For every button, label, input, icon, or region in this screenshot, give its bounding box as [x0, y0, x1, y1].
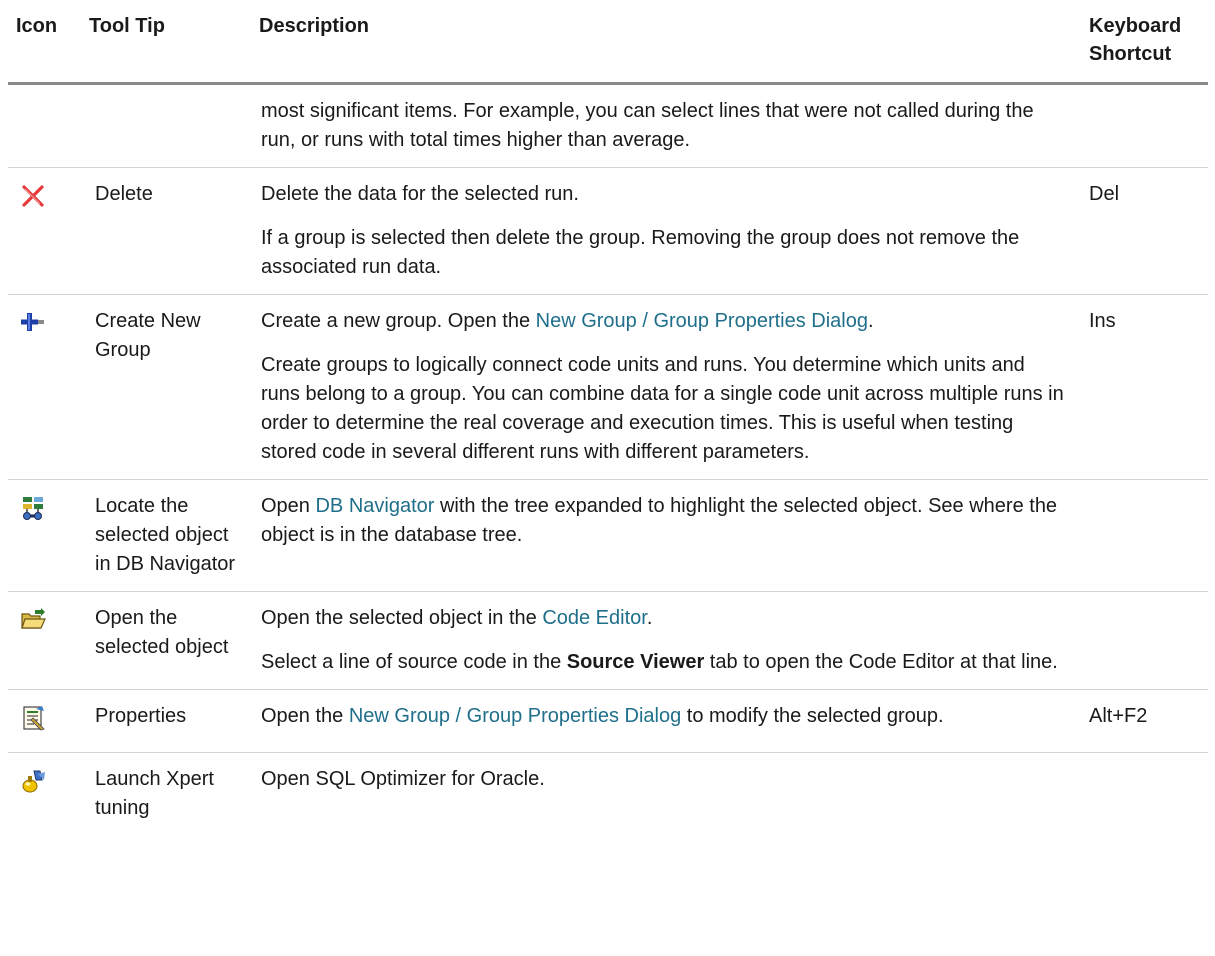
header-shortcut-line-1: Keyboard [1089, 15, 1182, 37]
description-paragraph: Open the selected object in the Code Edi… [261, 604, 1065, 633]
tooltip-cell: Create New Group [81, 294, 251, 480]
description-text: Open the selected object in the [261, 607, 543, 629]
tooltip-cell [81, 83, 251, 168]
create-group-icon [20, 310, 46, 336]
icon-cell [8, 689, 81, 753]
description-text: . [868, 310, 874, 332]
description-text: Select a line of source code in the [261, 651, 567, 673]
tooltip-cell: Launch Xpert tuning [95, 768, 214, 819]
header-tooltip: Tool Tip [81, 0, 251, 85]
properties-icon [20, 705, 46, 731]
ui-term: Source Viewer [566, 651, 705, 673]
description-paragraph: Open SQL Optimizer for Oracle. [261, 768, 545, 790]
description-paragraph: Create groups to logically connect code … [261, 354, 1064, 463]
document-page: Icon Tool Tip Description Keyboard Short… [0, 0, 1215, 956]
description-cell: Create a new group. Open the New Group /… [251, 294, 1081, 480]
icon-cell [8, 479, 81, 592]
tooltip-cell: Locate the selected object in DB Navigat… [81, 479, 251, 592]
description-paragraph: Open the New Group / Group Properties Di… [261, 702, 1065, 731]
delete-icon [20, 183, 46, 209]
shortcut-cell: Del [1081, 167, 1208, 295]
doc-link[interactable]: New Group / Group Properties Dialog [349, 705, 681, 727]
doc-link[interactable]: New Group / Group Properties Dialog [536, 310, 868, 332]
toolbar-reference-table: Icon Tool Tip Description Keyboard Short… [8, 0, 1208, 835]
table-header-row: Icon Tool Tip Description Keyboard Short… [8, 0, 1208, 85]
table-row: Locate the selected object in DB Navigat… [8, 479, 1208, 592]
shortcut-cell [1081, 591, 1208, 690]
tooltip-cell: Delete [81, 167, 251, 295]
table-row: most significant items. For example, you… [8, 83, 1208, 168]
tooltip-cell: Properties [81, 689, 251, 753]
description-text: Create a new group. Open the [261, 310, 536, 332]
description-text: . [646, 607, 653, 629]
table-row: Open the selected object Open the selecte… [8, 591, 1208, 690]
description-paragraph: Select a line of source code in the Sour… [261, 648, 1065, 677]
open-folder-icon [20, 607, 46, 633]
description-cell: most significant items. For example, you… [251, 83, 1081, 168]
xpert-tuning-icon [20, 768, 46, 794]
shortcut-cell [1081, 479, 1208, 592]
shortcut-cell: Ins [1081, 294, 1208, 480]
description-paragraph: Delete the data for the selected run. [261, 183, 579, 205]
icon-cell [8, 167, 81, 295]
description-paragraph: most significant items. For example, you… [261, 100, 1034, 151]
table-row: Create New Group Create a new group. Open… [8, 294, 1208, 480]
header-keyboard-shortcut: Keyboard Shortcut [1081, 0, 1208, 85]
description-text: to modify the selected group. [681, 705, 944, 727]
doc-link[interactable]: DB Navigator [315, 495, 434, 517]
description-cell: Open DB Navigator with the tree expanded… [251, 479, 1081, 592]
icon-cell [8, 753, 81, 836]
description-paragraph: Create a new group. Open the New Group /… [261, 307, 1065, 336]
table-body: most significant items. For example, you… [8, 83, 1208, 836]
db-navigator-icon [20, 495, 46, 521]
description-cell: Open SQL Optimizer for Oracle. [251, 753, 1081, 836]
description-paragraph: Open DB Navigator with the tree expanded… [261, 492, 1065, 550]
table-row: Launch Xpert tuning Open SQL Optimizer fo… [8, 753, 1208, 836]
icon-cell [8, 294, 81, 480]
table-row: Delete Delete the data for the selected r… [8, 167, 1208, 295]
description-text: Open the [261, 705, 349, 727]
description-cell: Delete the data for the selected run. If … [251, 167, 1081, 295]
shortcut-cell: Alt+F2 [1081, 689, 1208, 753]
description-cell: Open the selected object in the Code Edi… [251, 591, 1081, 690]
shortcut-cell [1081, 753, 1208, 836]
table-row: Properties Open the New Group / Group Pro… [8, 689, 1208, 753]
icon-cell [8, 591, 81, 690]
description-cell: Open the New Group / Group Properties Di… [251, 689, 1081, 753]
description-text: Open [261, 495, 316, 517]
doc-link[interactable]: Code Editor [542, 607, 647, 629]
icon-cell [8, 83, 81, 168]
header-description: Description [251, 0, 1081, 85]
description-text: tab to open the Code Editor at that line… [704, 651, 1058, 673]
header-shortcut-line-2: Shortcut [1089, 43, 1172, 65]
header-icon: Icon [8, 0, 81, 85]
description-paragraph: If a group is selected then delete the g… [261, 227, 1020, 278]
tooltip-cell: Open the selected object [81, 591, 251, 690]
shortcut-cell [1081, 83, 1208, 168]
